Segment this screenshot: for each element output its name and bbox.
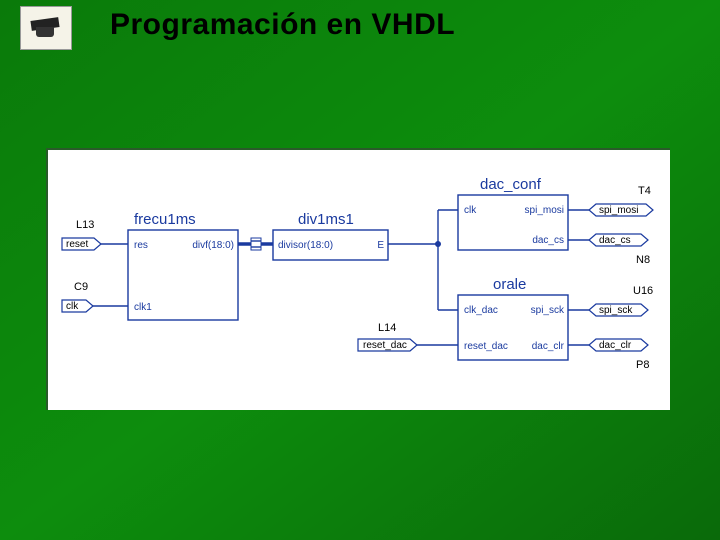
pin-res: res <box>134 240 148 251</box>
pin-spi-mosi: spi_mosi <box>525 205 564 216</box>
pin-dacconf-clk: clk <box>464 205 477 216</box>
port-reset-label: reset <box>66 239 88 250</box>
loc-T4: T4 <box>638 185 651 197</box>
pin-clk1: clk1 <box>134 302 152 313</box>
block-diagram: frecu1ms res clk1 divf(18:0) div1ms1 div… <box>46 148 670 410</box>
loc-L13: L13 <box>76 219 94 231</box>
port-spi-sck-label: spi_sck <box>599 305 633 316</box>
block-title-frecu1ms: frecu1ms <box>134 211 196 228</box>
block-title-orale: orale <box>493 276 526 293</box>
pin-spi-sck: spi_sck <box>531 305 565 316</box>
port-dac-clr-label: dac_clr <box>599 340 632 351</box>
port-dac-cs-label: dac_cs <box>599 235 631 246</box>
block-title-div1ms1: div1ms1 <box>298 211 354 228</box>
pin-dac-clr: dac_clr <box>532 341 565 352</box>
port-clk-label: clk <box>66 301 79 312</box>
port-spi-mosi-label: spi_mosi <box>599 205 638 216</box>
port-reset-dac-label: reset_dac <box>363 340 407 351</box>
pin-E: E <box>377 240 384 251</box>
loc-U16: U16 <box>633 285 653 297</box>
pin-divf: divf(18:0) <box>192 240 234 251</box>
loc-C9: C9 <box>74 281 88 293</box>
loc-N8: N8 <box>636 254 650 266</box>
bus-junction-box <box>251 238 261 250</box>
block-title-dac-conf: dac_conf <box>480 176 542 193</box>
pin-dac-cs: dac_cs <box>532 235 564 246</box>
slide-title: Programación en VHDL <box>110 8 455 42</box>
loc-P8: P8 <box>636 359 649 371</box>
slide-logo <box>20 6 72 50</box>
loc-L14: L14 <box>378 322 396 334</box>
pin-reset-dac-in: reset_dac <box>464 341 508 352</box>
graduation-cap-icon <box>31 17 61 39</box>
pin-clk-dac: clk_dac <box>464 305 498 316</box>
pin-divisor: divisor(18:0) <box>278 240 333 251</box>
